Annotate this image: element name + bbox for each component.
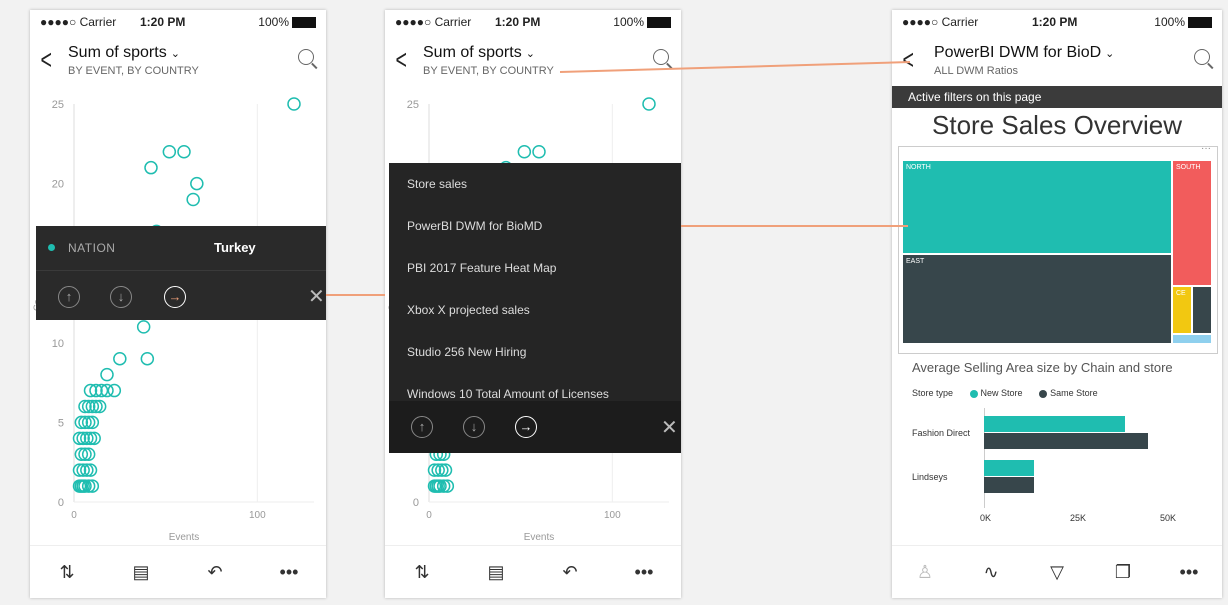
legend-dot <box>48 244 55 251</box>
drill-through-icon[interactable]: → <box>515 416 537 438</box>
connector-line <box>559 61 911 73</box>
drill-down-icon[interactable]: ↓ <box>463 416 485 438</box>
drill-down-icon[interactable]: ↓ <box>110 286 132 308</box>
menu-footer: ↑ ↓ → ✕ <box>389 401 681 453</box>
drill-up-icon[interactable]: ↑ <box>411 416 433 438</box>
drill-through-icon[interactable]: → <box>164 286 186 308</box>
menu-item[interactable]: Xbox X projected sales <box>389 289 681 331</box>
menu-item[interactable]: Studio 256 New Hiring <box>389 331 681 373</box>
tooltip-value: Turkey <box>214 240 256 255</box>
close-icon[interactable]: ✕ <box>661 415 678 440</box>
data-point-tooltip: NATION Turkey ↑ ↓ → ✕ <box>36 226 326 320</box>
menu-item[interactable]: Store sales <box>389 163 681 205</box>
menu-item[interactable]: PBI 2017 Feature Heat Map <box>389 247 681 289</box>
menu-item[interactable]: PowerBI DWM for BioMD <box>389 205 681 247</box>
tooltip-field: NATION <box>68 241 116 255</box>
drill-up-icon[interactable]: ↑ <box>58 286 80 308</box>
drillthrough-menu: Store sales PowerBI DWM for BioMD PBI 20… <box>389 163 681 453</box>
close-icon[interactable]: ✕ <box>308 284 325 309</box>
